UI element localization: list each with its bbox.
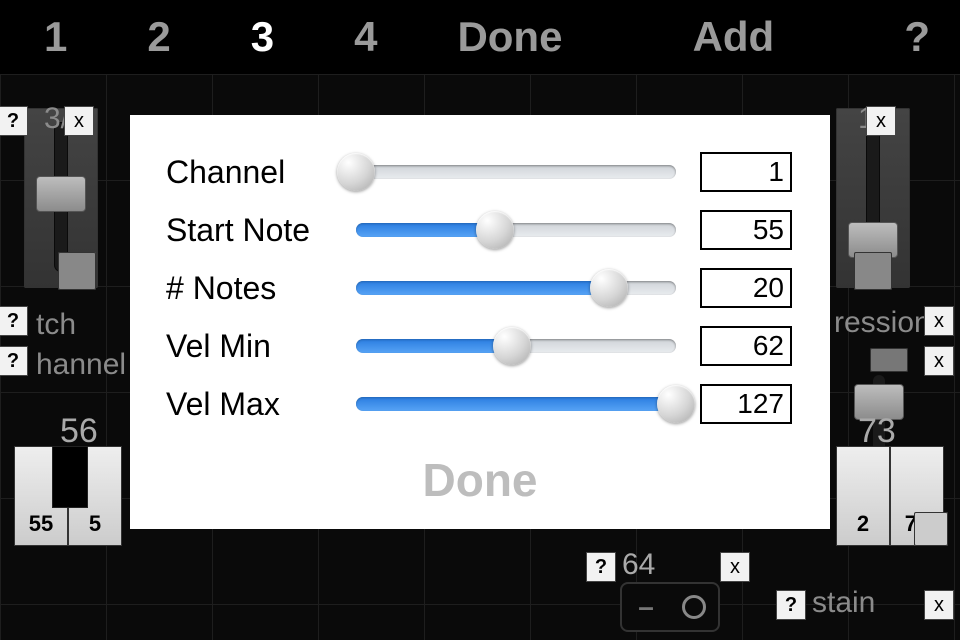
label-channel: Channel bbox=[166, 154, 356, 191]
bg-pad-4 bbox=[914, 512, 948, 546]
close-icon[interactable]: x bbox=[924, 306, 954, 336]
row-velmax: Vel Max 127 bbox=[166, 375, 794, 433]
help-icon[interactable]: ? bbox=[0, 306, 28, 336]
slider-velmin[interactable] bbox=[356, 317, 676, 375]
topbar: 1 2 3 4 Done Add ? bbox=[0, 0, 960, 74]
label-velmax: Vel Max bbox=[166, 386, 356, 423]
label-velmin: Vel Min bbox=[166, 328, 356, 365]
bg-label-expression: ression bbox=[834, 306, 931, 340]
row-notes: # Notes 20 bbox=[166, 259, 794, 317]
row-channel: Channel 1 bbox=[166, 143, 794, 201]
value-velmin[interactable]: 62 bbox=[700, 326, 792, 366]
sustain-toggle[interactable]: – bbox=[620, 582, 720, 632]
help-icon[interactable]: ? bbox=[776, 590, 806, 620]
value-notes[interactable]: 20 bbox=[700, 268, 792, 308]
close-icon[interactable]: x bbox=[866, 106, 896, 136]
piano-keys-left[interactable]: 55 5 bbox=[14, 446, 122, 546]
close-icon[interactable]: x bbox=[924, 346, 954, 376]
label-startnote: Start Note bbox=[166, 212, 356, 249]
slider-notes[interactable] bbox=[356, 259, 676, 317]
add-button[interactable]: Add bbox=[673, 13, 795, 61]
value-startnote[interactable]: 55 bbox=[700, 210, 792, 250]
bg-pad-2 bbox=[854, 252, 892, 290]
bg-label-channel: hannel bbox=[36, 348, 126, 382]
tab-2[interactable]: 2 bbox=[127, 13, 190, 61]
slider-startnote[interactable] bbox=[356, 201, 676, 259]
bg-pad-3 bbox=[870, 348, 908, 372]
help-icon[interactable]: ? bbox=[586, 552, 616, 582]
help-icon[interactable]: ? bbox=[0, 346, 28, 376]
row-velmin: Vel Min 62 bbox=[166, 317, 794, 375]
vertical-fader-2[interactable] bbox=[838, 122, 908, 272]
close-icon[interactable]: x bbox=[720, 552, 750, 582]
slider-channel[interactable] bbox=[356, 143, 676, 201]
piano-black-key[interactable] bbox=[52, 446, 88, 508]
bg-value-sustain-cc: 64 bbox=[622, 548, 655, 582]
close-icon[interactable]: x bbox=[924, 590, 954, 620]
value-velmax[interactable]: 127 bbox=[700, 384, 792, 424]
tab-3[interactable]: 3 bbox=[231, 13, 294, 61]
vertical-fader-1[interactable] bbox=[26, 122, 96, 272]
bg-label-pitch: tch bbox=[36, 308, 76, 342]
tab-4[interactable]: 4 bbox=[334, 13, 397, 61]
help-icon[interactable]: ? bbox=[0, 106, 28, 136]
row-startnote: Start Note 55 bbox=[166, 201, 794, 259]
settings-modal: Channel 1 Start Note 55 # Notes 20 Vel M… bbox=[130, 115, 830, 529]
value-channel[interactable]: 1 bbox=[700, 152, 792, 192]
close-icon[interactable]: x bbox=[64, 106, 94, 136]
bg-label-sustain: stain bbox=[812, 586, 875, 620]
modal-done-button[interactable]: Done bbox=[166, 453, 794, 507]
tab-1[interactable]: 1 bbox=[24, 13, 87, 61]
help-button[interactable]: ? bbox=[884, 13, 950, 61]
bg-pad-1 bbox=[58, 252, 96, 290]
label-notes: # Notes bbox=[166, 270, 356, 307]
done-tab[interactable]: Done bbox=[437, 13, 582, 61]
piano-key[interactable]: 2 bbox=[836, 446, 890, 546]
slider-velmax[interactable] bbox=[356, 375, 676, 433]
